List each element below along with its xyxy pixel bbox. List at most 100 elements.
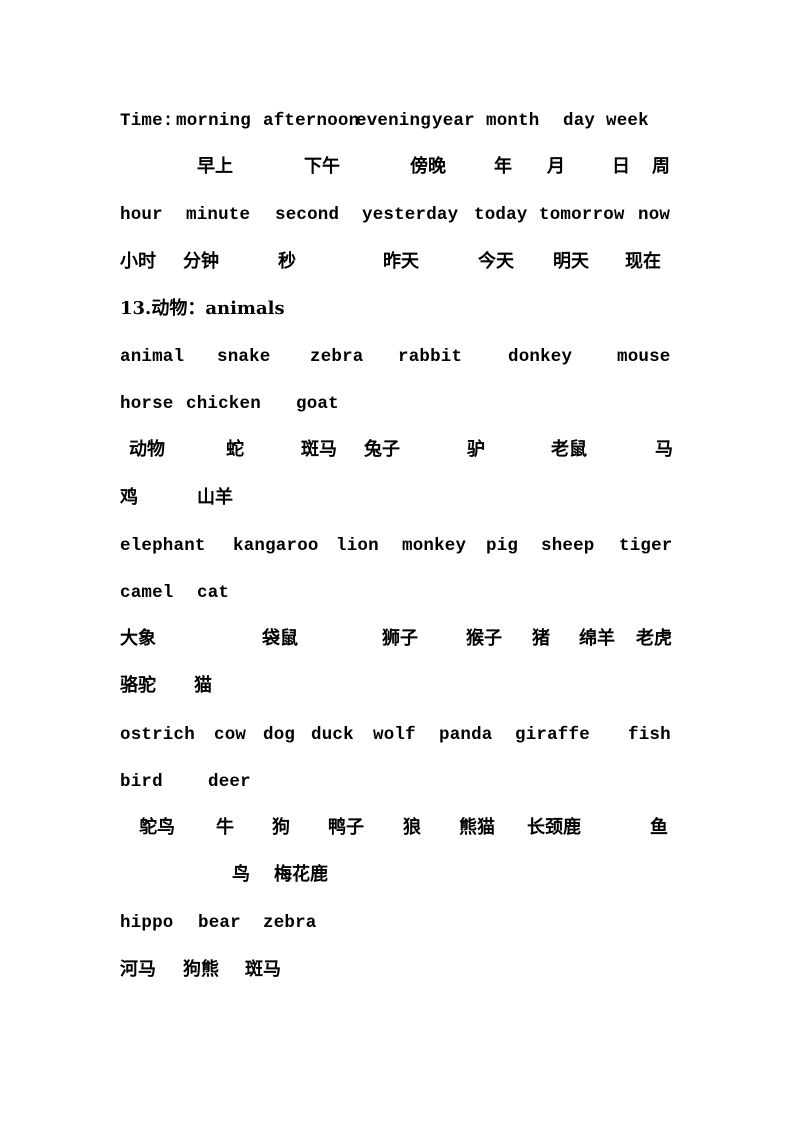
- word: giraffe: [515, 725, 590, 745]
- line-animals3b-chinese: 鸟 梅花鹿: [0, 863, 794, 887]
- word: 狗: [272, 817, 290, 838]
- word: 熊猫: [459, 817, 495, 838]
- word: 秒: [278, 251, 296, 272]
- word: 蛇: [226, 439, 244, 460]
- word: 现在: [625, 251, 661, 272]
- word: 马: [655, 439, 673, 460]
- word: 袋鼠: [262, 628, 298, 649]
- word: cat: [197, 583, 230, 603]
- word: fish: [628, 725, 671, 745]
- word: 鸟: [232, 864, 250, 885]
- word: Time:: [120, 111, 174, 131]
- word: minute: [186, 205, 251, 225]
- word: 下午: [304, 156, 340, 177]
- word: duck: [311, 725, 354, 745]
- word: 鱼: [650, 817, 668, 838]
- line-time-chinese: 早上 下午 傍晚 年 月 日 周: [0, 155, 794, 179]
- line-time2-chinese: 小时 分钟 秒 昨天 今天 明天 现在: [0, 250, 794, 274]
- word: week: [606, 111, 649, 131]
- word: 早上: [197, 156, 233, 177]
- word: second: [275, 205, 340, 225]
- word: 绵羊: [579, 628, 615, 649]
- line-animals2b-english: camel cat: [0, 581, 794, 605]
- word: 狮子: [382, 628, 418, 649]
- word: tiger: [619, 536, 673, 556]
- word: kangaroo: [233, 536, 319, 556]
- word: afternoon: [263, 111, 360, 131]
- word: snake: [217, 347, 271, 367]
- word: 驴: [467, 439, 485, 460]
- word: 骆驼: [120, 675, 156, 696]
- heading-text: 13.动物：animals: [120, 298, 285, 319]
- word: now: [638, 205, 671, 225]
- word: 昨天: [383, 251, 419, 272]
- word: wolf: [373, 725, 416, 745]
- word: morning: [176, 111, 251, 131]
- word: rabbit: [398, 347, 463, 367]
- word: tomorrow: [539, 205, 625, 225]
- word: cow: [214, 725, 247, 745]
- word: dog: [263, 725, 296, 745]
- word: bird: [120, 772, 163, 792]
- word: year: [432, 111, 475, 131]
- word: pig: [486, 536, 519, 556]
- word: 小时: [120, 251, 156, 272]
- word: 斑马: [301, 439, 337, 460]
- word: 长颈鹿: [527, 817, 581, 838]
- word: camel: [120, 583, 174, 603]
- word: hippo: [120, 913, 174, 933]
- line-animals1b-english: horse chicken goat: [0, 392, 794, 416]
- word: animal: [120, 347, 185, 367]
- word: 鸭子: [328, 817, 364, 838]
- word: zebra: [310, 347, 364, 367]
- word: 分钟: [183, 251, 219, 272]
- word: 猫: [194, 675, 212, 696]
- word: panda: [439, 725, 493, 745]
- section-heading-animals: 13.动物：animals: [0, 297, 794, 321]
- line-animals4-english: hippo bear zebra: [0, 911, 794, 935]
- word: 斑马: [245, 959, 281, 980]
- line-animals2-chinese: 大象 袋鼠 狮子 猴子 猪 绵羊 老虎: [0, 627, 794, 651]
- word: monkey: [402, 536, 467, 556]
- word: 鸡: [120, 487, 138, 508]
- word: yesterday: [362, 205, 459, 225]
- word: 鸵鸟: [139, 817, 175, 838]
- word: 猴子: [466, 628, 502, 649]
- word: ostrich: [120, 725, 195, 745]
- word: deer: [208, 772, 251, 792]
- word: elephant: [120, 536, 206, 556]
- line-animals4-chinese: 河马 狗熊 斑马: [0, 958, 794, 982]
- line-animals3-chinese: 鸵鸟 牛 狗 鸭子 狼 熊猫 长颈鹿 鱼: [0, 816, 794, 840]
- line-time2-english: hour minute second yesterday today tomor…: [0, 203, 794, 227]
- word: 梅花鹿: [274, 864, 328, 885]
- word: 月: [547, 156, 565, 177]
- line-animals1-chinese: 动物 蛇 斑马 兔子 驴 老鼠 马: [0, 438, 794, 462]
- word: month: [486, 111, 540, 131]
- word: goat: [296, 394, 339, 414]
- word: 大象: [120, 628, 156, 649]
- word: 周: [652, 156, 670, 177]
- word: 今天: [478, 251, 514, 272]
- line-animals2-english: elephant kangaroo lion monkey pig sheep …: [0, 534, 794, 558]
- word: 傍晚: [410, 156, 446, 177]
- word: 明天: [553, 251, 589, 272]
- line-animals3-english: ostrich cow dog duck wolf panda giraffe …: [0, 723, 794, 747]
- line-animals1-english: animal snake zebra rabbit donkey mouse: [0, 345, 794, 369]
- word: evening: [356, 111, 431, 131]
- word: 狗熊: [183, 959, 219, 980]
- line-animals3b-english: bird deer: [0, 770, 794, 794]
- word: 老鼠: [551, 439, 587, 460]
- line-time-english: Time: morning afternoon evening year mon…: [0, 109, 794, 133]
- word: sheep: [541, 536, 595, 556]
- word: horse: [120, 394, 174, 414]
- word: 年: [494, 156, 512, 177]
- word: chicken: [186, 394, 261, 414]
- word: 日: [612, 156, 630, 177]
- word: 山羊: [197, 487, 233, 508]
- word: 动物: [129, 439, 165, 460]
- word: bear: [198, 913, 241, 933]
- word: lion: [336, 536, 379, 556]
- word: zebra: [263, 913, 317, 933]
- word: today: [474, 205, 528, 225]
- word: 狼: [403, 817, 421, 838]
